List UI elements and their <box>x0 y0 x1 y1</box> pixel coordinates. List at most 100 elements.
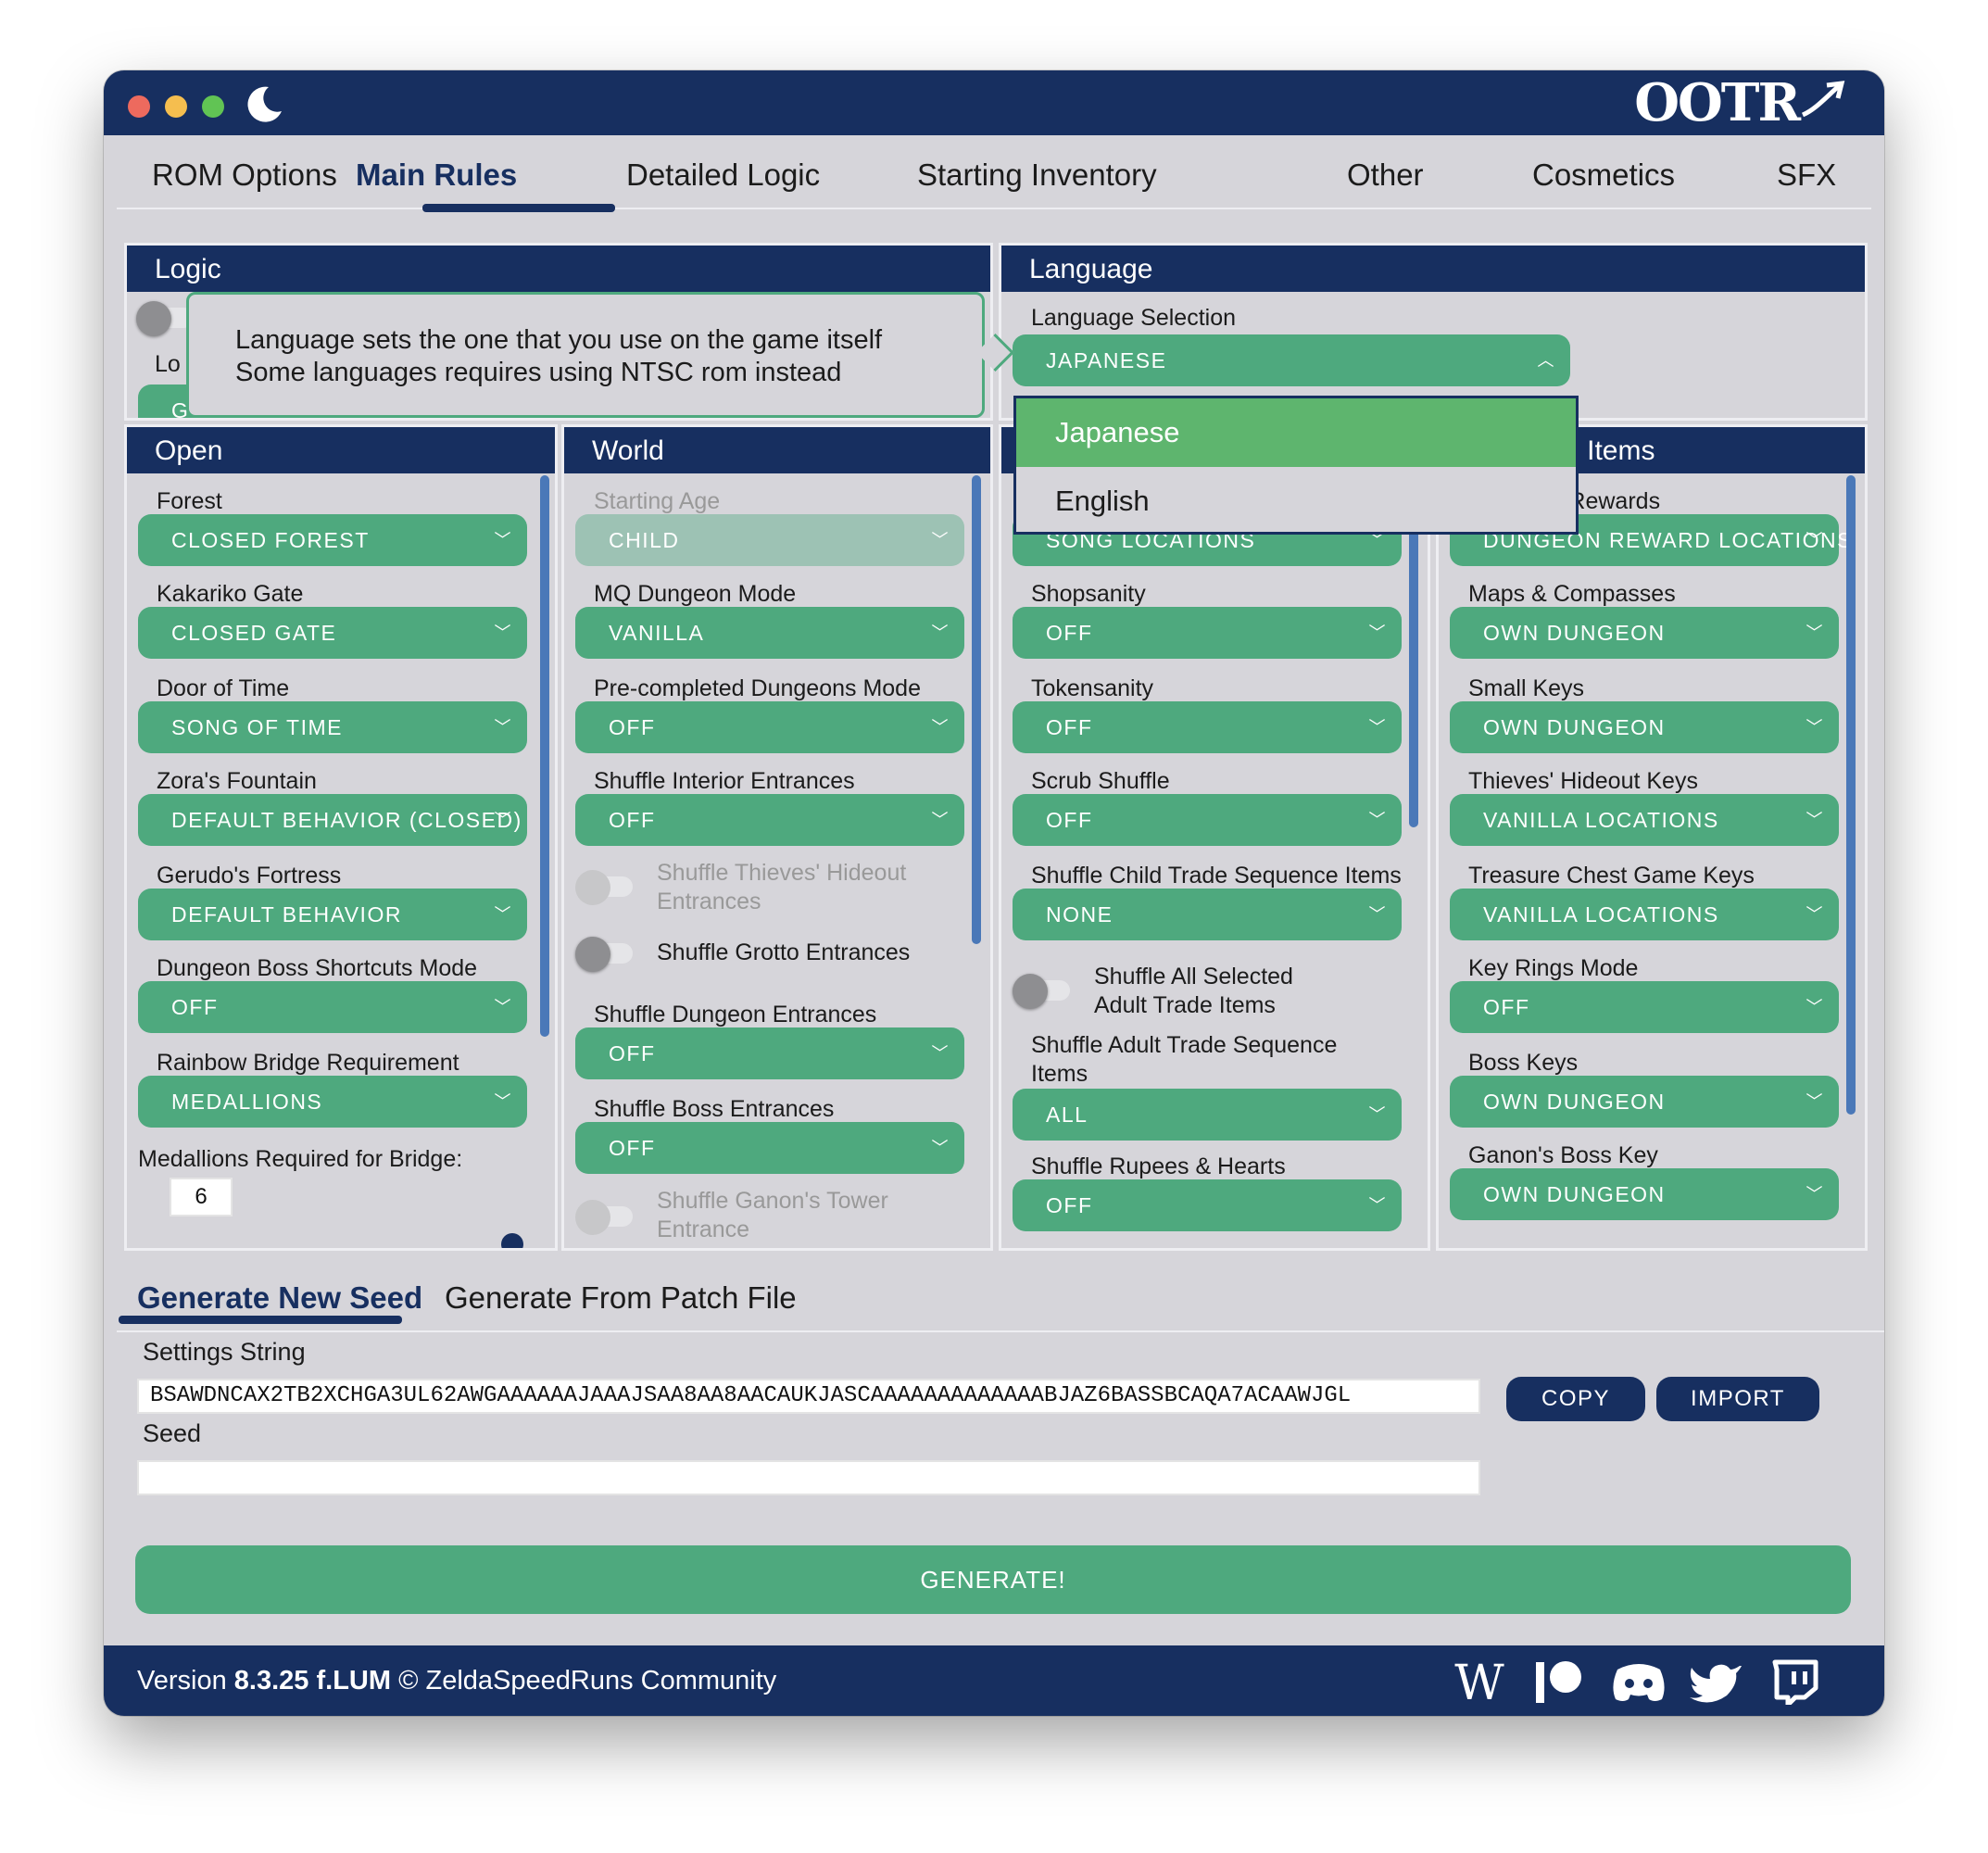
treasure-chest-keys-select[interactable]: VANILLA LOCATIONS ﹀ <box>1450 889 1839 940</box>
shuffle-boss-entrances-label: Shuffle Boss Entrances <box>594 1096 835 1122</box>
active-generate-tab-indicator <box>119 1316 402 1324</box>
maps-compasses-label: Maps & Compasses <box>1468 581 1676 607</box>
patreon-icon[interactable] <box>1530 1658 1592 1705</box>
tab-main-rules[interactable]: Main Rules <box>356 137 517 206</box>
medallions-required-label: Medallions Required for Bridge: <box>138 1146 463 1172</box>
version-text: Version 8.3.25 f.LUM © ZeldaSpeedRuns Co… <box>137 1666 777 1695</box>
medallions-count-input[interactable]: 6 <box>170 1178 233 1216</box>
tab-generate-from-patch[interactable]: Generate From Patch File <box>445 1266 797 1330</box>
dungeon-boss-shortcuts-select[interactable]: OFF ﹀ <box>138 981 527 1033</box>
shuffle-adult-trade-toggle[interactable] <box>1013 974 1074 1009</box>
key-rings-select[interactable]: OFF ﹀ <box>1450 981 1839 1033</box>
precompleted-dungeons-select[interactable]: OFF ﹀ <box>575 701 964 753</box>
logic-panel-title: Logic <box>127 246 990 292</box>
door-of-time-select[interactable]: SONG OF TIME ﹀ <box>138 701 527 753</box>
shuffle-boss-entrances-select[interactable]: OFF ﹀ <box>575 1122 964 1174</box>
chevron-down-icon: ﹀ <box>494 998 512 1016</box>
ganons-boss-key-select[interactable]: OWN DUNGEON ﹀ <box>1450 1168 1839 1220</box>
logic-field-label: Lo <box>155 351 181 377</box>
scrub-shuffle-label: Scrub Shuffle <box>1031 768 1170 794</box>
precompleted-dungeons-label: Pre-completed Dungeons Mode <box>594 675 921 701</box>
chevron-down-icon: ﹀ <box>494 531 512 549</box>
maps-compasses-select[interactable]: OWN DUNGEON ﹀ <box>1450 607 1839 659</box>
close-window-button[interactable] <box>128 95 150 118</box>
language-option-english[interactable]: English <box>1016 467 1576 536</box>
open-panel-title: Open <box>127 427 555 473</box>
footer: Version 8.3.25 f.LUM © ZeldaSpeedRuns Co… <box>104 1645 1884 1716</box>
small-keys-select[interactable]: OWN DUNGEON ﹀ <box>1450 701 1839 753</box>
shuffle-dungeon-entrances-select[interactable]: OFF ﹀ <box>575 1027 964 1079</box>
settings-string-label: Settings String <box>143 1338 306 1366</box>
tab-other[interactable]: Other <box>1347 137 1424 206</box>
chevron-down-icon: ﹀ <box>1806 905 1824 924</box>
dark-mode-moon-icon[interactable] <box>241 82 285 126</box>
tab-cosmetics[interactable]: Cosmetics <box>1532 137 1675 206</box>
rainbow-bridge-label: Rainbow Bridge Requirement <box>157 1050 459 1076</box>
twitter-icon[interactable] <box>1686 1658 1747 1705</box>
chevron-down-icon: ﹀ <box>1368 811 1387 829</box>
shuffle-grotto-toggle[interactable] <box>575 937 636 972</box>
shuffle-thieves-hideout-label: Shuffle Thieves' Hideout Entrances <box>657 860 907 914</box>
zoras-fountain-select[interactable]: DEFAULT BEHAVIOR (CLOSED) ﹀ <box>138 794 527 846</box>
tokensanity-select[interactable]: OFF ﹀ <box>1013 701 1402 753</box>
language-panel-title: Language <box>1001 246 1865 292</box>
small-keys-label: Small Keys <box>1468 675 1585 701</box>
language-select[interactable]: JAPANESE ︿ <box>1013 334 1570 386</box>
shuffle-grotto-label: Shuffle Grotto Entrances <box>657 939 911 965</box>
tab-detailed-logic[interactable]: Detailed Logic <box>626 137 820 206</box>
kakariko-gate-select[interactable]: CLOSED GATE ﹀ <box>138 607 527 659</box>
thieves-hideout-keys-select[interactable]: VANILLA LOCATIONS ﹀ <box>1450 794 1839 846</box>
shuffle-interior-label: Shuffle Interior Entrances <box>594 768 855 794</box>
settings-string-input[interactable]: BSAWDNCAX2TB2XCHGA3UL62AWGAAAAAAJAAAJSAA… <box>137 1379 1480 1414</box>
rupees-hearts-select[interactable]: OFF ﹀ <box>1013 1179 1402 1231</box>
shuffle-ganons-tower-label: Shuffle Ganon's Tower Entrance <box>657 1188 888 1242</box>
twitch-icon[interactable] <box>1764 1658 1825 1705</box>
dungeon-boss-shortcuts-label: Dungeon Boss Shortcuts Mode <box>157 955 478 981</box>
wikipedia-icon[interactable]: W <box>1449 1658 1510 1705</box>
tab-starting-inventory[interactable]: Starting Inventory <box>917 137 1157 206</box>
key-rings-label: Key Rings Mode <box>1468 955 1639 981</box>
tab-sfx[interactable]: SFX <box>1777 137 1836 206</box>
minimize-window-button[interactable] <box>165 95 187 118</box>
chevron-down-icon: ﹀ <box>1806 811 1824 829</box>
active-tab-indicator <box>422 204 615 212</box>
chevron-down-icon: ﹀ <box>494 718 512 737</box>
mq-dungeon-mode-label: MQ Dungeon Mode <box>594 581 797 607</box>
shuffle-ganons-tower-toggle <box>575 1200 636 1235</box>
child-trade-select[interactable]: NONE ﹀ <box>1013 889 1402 940</box>
chevron-down-icon: ﹀ <box>1368 1105 1387 1124</box>
shuffle-dungeon-entrances-label: Shuffle Dungeon Entrances <box>594 1002 877 1027</box>
maximize-window-button[interactable] <box>202 95 224 118</box>
boss-keys-label: Boss Keys <box>1468 1050 1579 1076</box>
forest-select[interactable]: CLOSED FOREST ﹀ <box>138 514 527 566</box>
copy-button[interactable]: COPY <box>1506 1377 1645 1421</box>
svg-text:W: W <box>1454 1658 1504 1705</box>
rainbow-bridge-select[interactable]: MEDALLIONS ﹀ <box>138 1076 527 1128</box>
open-scrollbar[interactable] <box>540 475 549 1037</box>
starting-age-select: CHILD ﹀ <box>575 514 964 566</box>
gerudos-fortress-select[interactable]: DEFAULT BEHAVIOR ﹀ <box>138 889 527 940</box>
adult-trade-sequence-select[interactable]: ALL ﹀ <box>1013 1089 1402 1141</box>
child-trade-label: Shuffle Child Trade Sequence Items <box>1031 863 1402 889</box>
mq-dungeon-mode-select[interactable]: VANILLA ﹀ <box>575 607 964 659</box>
chevron-down-icon: ﹀ <box>1368 624 1387 642</box>
chevron-down-icon: ﹀ <box>1368 905 1387 924</box>
shuffle-interior-select[interactable]: OFF ﹀ <box>575 794 964 846</box>
chevron-down-icon: ﹀ <box>931 624 950 642</box>
language-option-japanese[interactable]: Japanese <box>1016 398 1576 467</box>
world-scrollbar[interactable] <box>972 475 981 944</box>
chevron-up-icon: ︿ <box>1537 351 1555 370</box>
boss-keys-select[interactable]: OWN DUNGEON ﹀ <box>1450 1076 1839 1128</box>
import-button[interactable]: IMPORT <box>1656 1377 1819 1421</box>
shopsanity-select[interactable]: OFF ﹀ <box>1013 607 1402 659</box>
scroll-to-top-button[interactable] <box>501 1233 523 1248</box>
scrub-shuffle-select[interactable]: OFF ﹀ <box>1013 794 1402 846</box>
seed-input[interactable] <box>137 1460 1480 1495</box>
chevron-down-icon: ﹀ <box>1806 624 1824 642</box>
tab-rom-options[interactable]: ROM Options <box>152 137 337 206</box>
starting-age-label: Starting Age <box>594 488 721 514</box>
discord-icon[interactable] <box>1608 1658 1669 1705</box>
generate-button[interactable]: GENERATE! <box>135 1545 1851 1614</box>
dungeon-items-panel: Dungeon Items Dungeon Rewards DUNGEON RE… <box>1436 424 1868 1251</box>
dungeon-items-scrollbar[interactable] <box>1846 475 1856 1115</box>
